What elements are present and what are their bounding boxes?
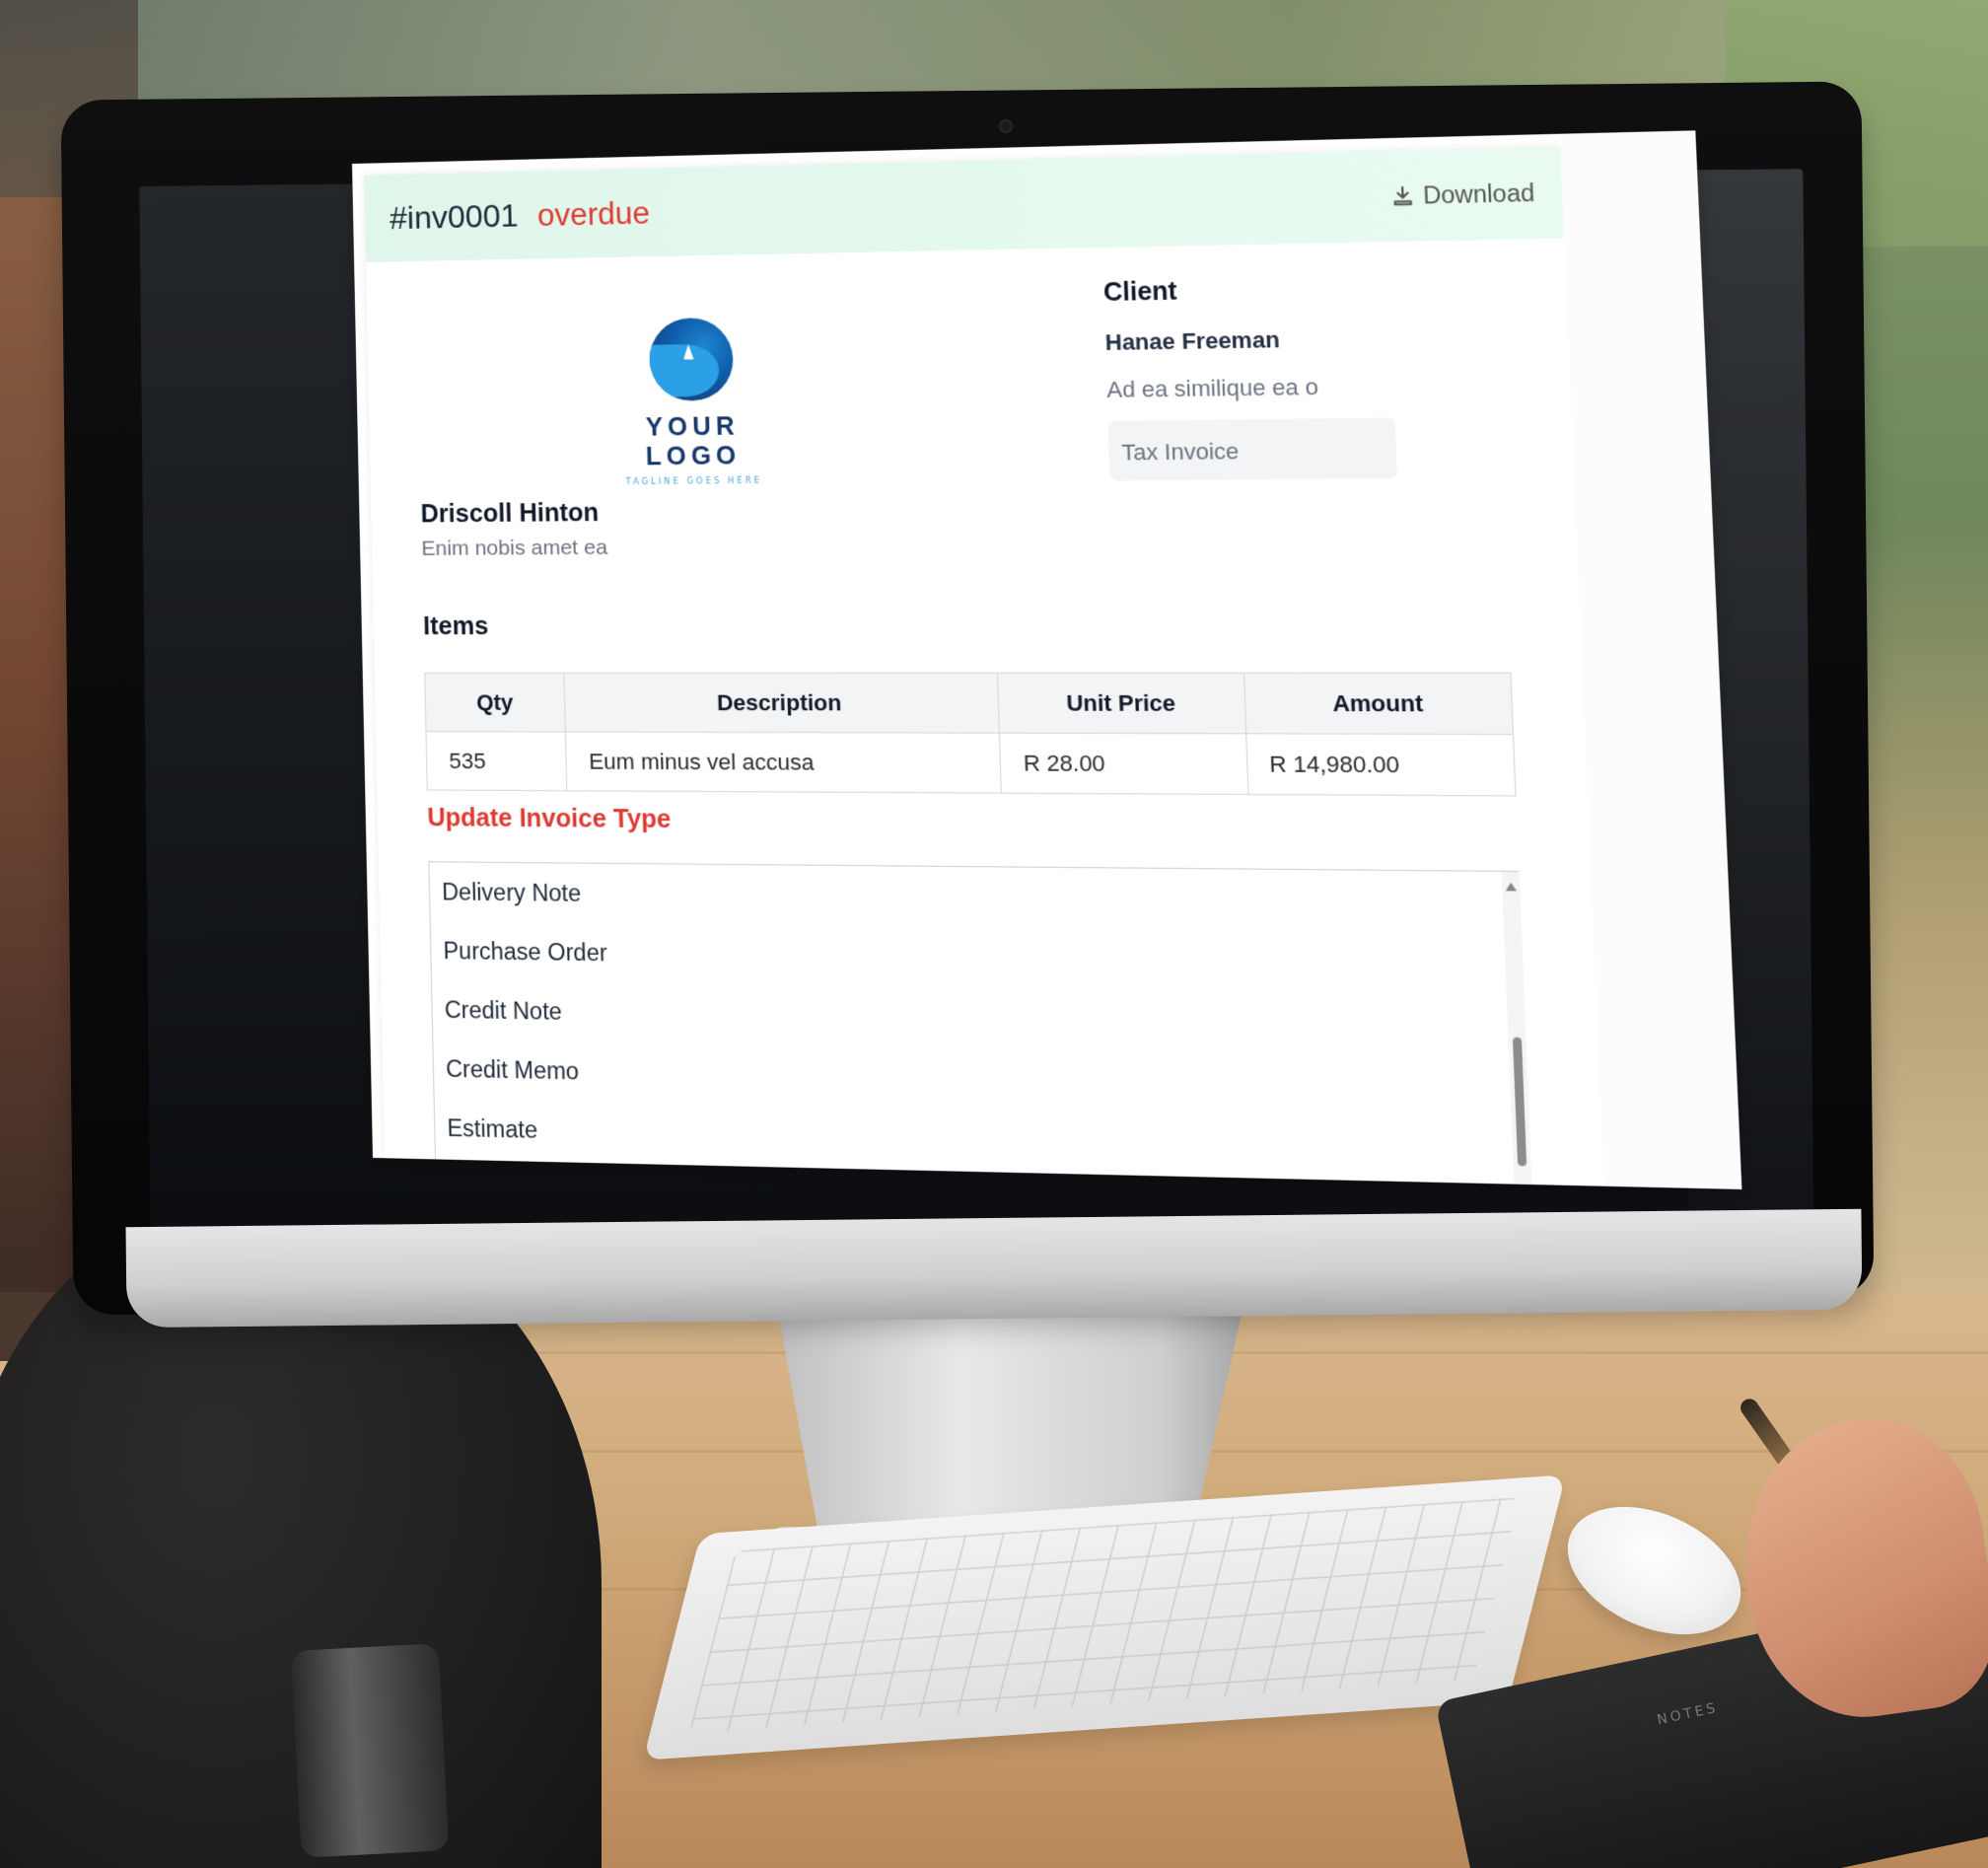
unit-price-column-header: Unit Price: [997, 673, 1246, 734]
description-column-header: Description: [563, 673, 999, 734]
invoice-application-window: #inv0001 overdue Download YOUR LOGO TAGL…: [352, 130, 1742, 1189]
client-name: Hanae Freeman: [1104, 326, 1281, 356]
download-label: Download: [1422, 179, 1535, 209]
logo-tagline: TAGLINE GOES HERE: [625, 475, 763, 487]
download-button[interactable]: Download: [1390, 179, 1535, 210]
table-row: 535 Eum minus vel accusa R 28.00 R 14,98…: [425, 731, 1516, 796]
items-heading: Items: [422, 611, 489, 641]
company-logo: YOUR LOGO TAGLINE GOES HERE: [596, 317, 788, 486]
logo-text: YOUR LOGO: [645, 412, 742, 471]
invoice-type-listbox[interactable]: Delivery Note Purchase Order Credit Note…: [428, 861, 1532, 1189]
invoice-title-group: #inv0001 overdue: [390, 194, 651, 237]
table-header-row: Qty Description Unit Price Amount: [424, 673, 1514, 735]
monitor-chin: [125, 1208, 1863, 1329]
client-heading: Client: [1102, 276, 1178, 308]
update-invoice-type-heading: Update Invoice Type: [427, 803, 672, 834]
sender-name: Driscoll Hinton: [420, 498, 600, 529]
client-address: Ad ea similique ea o: [1105, 374, 1319, 403]
invoice-card: #inv0001 overdue Download YOUR LOGO TAGL…: [364, 146, 1605, 1189]
invoice-header: #inv0001 overdue Download: [364, 146, 1564, 262]
logo-mark-icon: [648, 317, 734, 401]
qty-cell: 535: [425, 731, 567, 791]
qty-column-header: Qty: [424, 673, 566, 733]
unit-price-cell: R 28.00: [998, 733, 1248, 795]
amount-column-header: Amount: [1243, 673, 1514, 735]
camera-icon: [999, 119, 1013, 133]
download-icon: [1390, 184, 1415, 208]
invoice-number: #inv0001: [389, 196, 520, 236]
invoice-type-field[interactable]: Tax Invoice: [1107, 417, 1398, 481]
sender-subtitle: Enim nobis amet ea: [421, 536, 608, 560]
items-table: Qty Description Unit Price Amount 535 Eu…: [424, 673, 1516, 797]
status-badge: overdue: [536, 194, 651, 233]
laptop-corner: [290, 1643, 450, 1858]
scroll-thumb[interactable]: [1512, 1037, 1527, 1167]
amount-cell: R 14,980.00: [1245, 733, 1516, 796]
scroll-up-icon[interactable]: [1505, 882, 1518, 892]
description-cell: Eum minus vel accusa: [565, 732, 1001, 794]
desk-scene: #inv0001 overdue Download YOUR LOGO TAGL…: [0, 0, 1988, 1868]
